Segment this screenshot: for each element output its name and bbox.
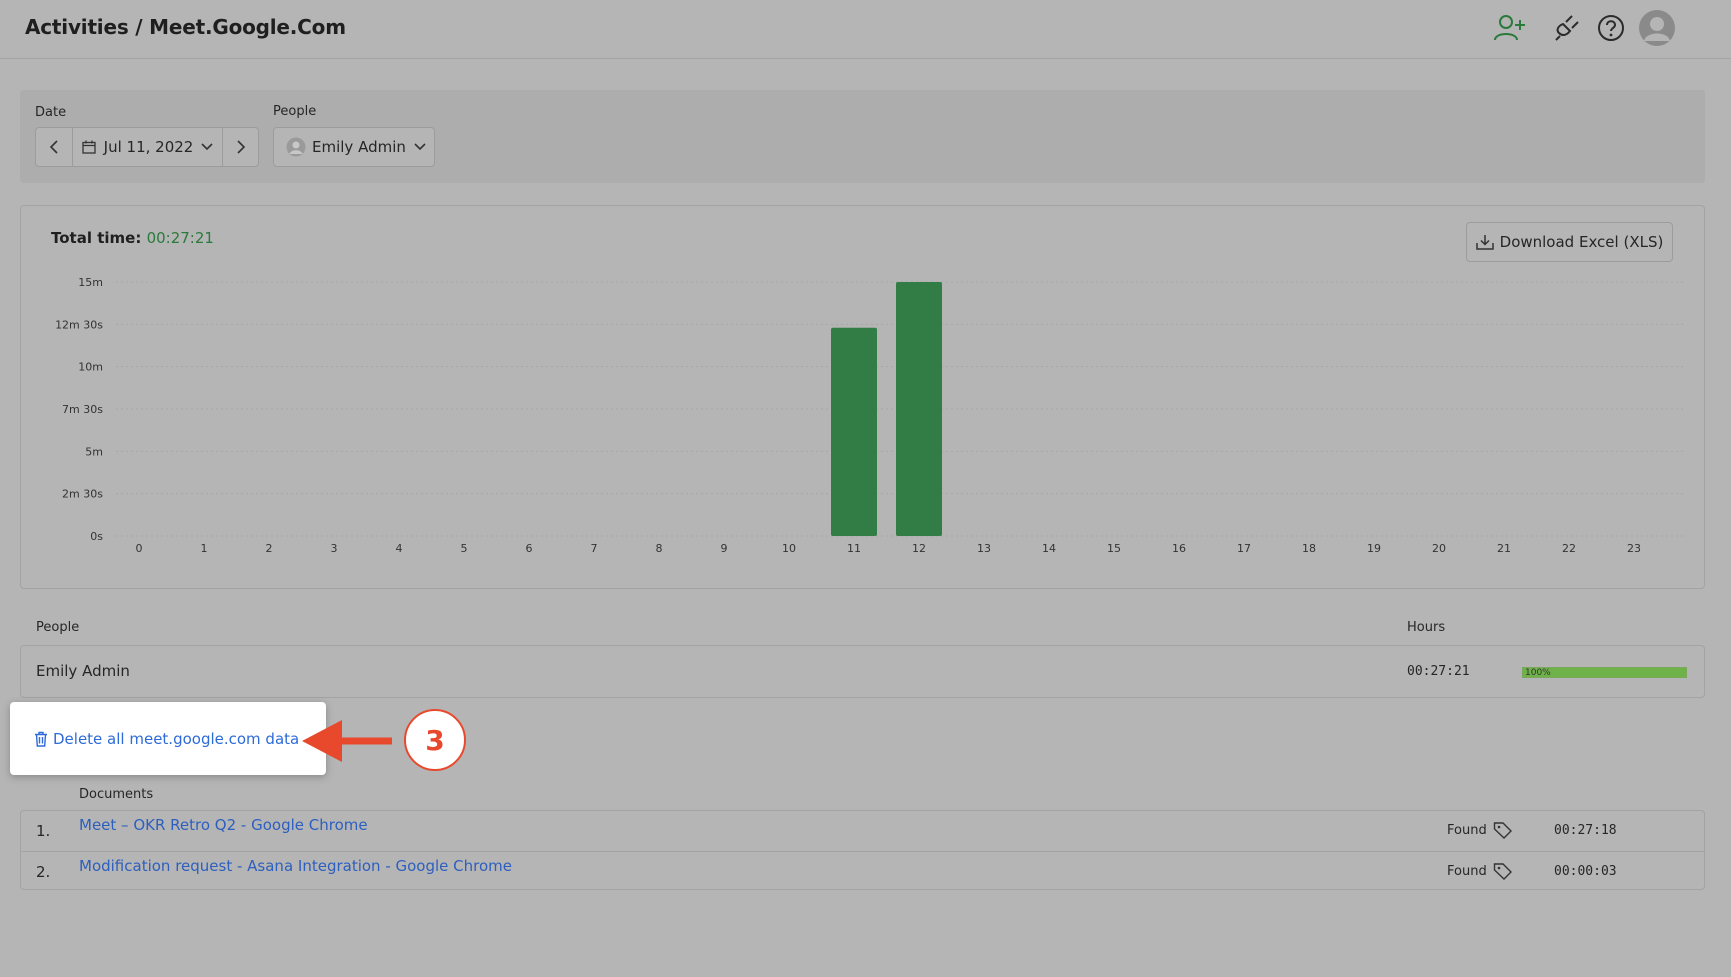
x-tick-label: 13 <box>977 542 991 555</box>
next-date-button[interactable] <box>223 128 258 166</box>
plug-icon[interactable] <box>1547 8 1587 48</box>
delete-popup: Delete all meet.google.com data <box>10 702 326 775</box>
doc-status: Found <box>1447 823 1487 838</box>
chevron-down-icon <box>414 143 426 151</box>
tag-icon[interactable] <box>1493 862 1513 880</box>
progress-label: 100% <box>1525 668 1551 678</box>
table-row: 1. Meet – OKR Retro Q2 - Google Chrome F… <box>21 811 1704 851</box>
callout-arrow-icon <box>302 720 392 762</box>
table-row[interactable]: Emily Admin 00:27:21 100% <box>20 645 1705 698</box>
y-tick-label: 7m 30s <box>62 403 103 416</box>
prev-date-button[interactable] <box>36 128 73 166</box>
chevron-down-icon <box>201 143 213 151</box>
filters-panel: Date People Jul 11, 2022 Emily Admin <box>20 90 1705 183</box>
hours-column-header: Hours <box>1407 620 1446 635</box>
x-tick-label: 4 <box>396 542 403 555</box>
y-tick-label: 5m <box>85 445 103 458</box>
y-tick-label: 15m <box>78 276 103 289</box>
x-tick-label: 15 <box>1107 542 1121 555</box>
y-tick-label: 10m <box>78 361 103 374</box>
documents-header: Documents <box>79 787 154 802</box>
x-tick-label: 19 <box>1367 542 1381 555</box>
doc-number: 1. <box>36 822 51 840</box>
user-avatar-icon <box>286 137 306 157</box>
x-tick-label: 1 <box>201 542 208 555</box>
doc-number: 2. <box>36 863 51 881</box>
date-select[interactable]: Jul 11, 2022 <box>73 128 223 166</box>
person-name: Emily Admin <box>36 662 130 680</box>
top-bar: Activities / Meet.Google.Com <box>0 0 1731 59</box>
hourly-bar-chart: 0s2m 30s5m7m 30s10m12m 30s15m0 1 2 3 4 5 6 7 8 9 1… <box>55 276 1686 555</box>
page-title: Activities / Meet.Google.Com <box>25 15 346 39</box>
x-tick-label: 23 <box>1627 542 1641 555</box>
add-user-icon[interactable] <box>1490 8 1530 48</box>
x-tick-label: 18 <box>1302 542 1316 555</box>
step-callout-badge: 3 <box>404 709 466 771</box>
x-tick-label: 2 <box>266 542 273 555</box>
calendar-icon <box>82 140 96 154</box>
y-tick-label: 0s <box>90 530 103 543</box>
table-row: 2. Modification request - Asana Integrat… <box>21 851 1704 891</box>
doc-status: Found <box>1447 864 1487 879</box>
x-tick-label: 6 <box>526 542 533 555</box>
bar <box>896 282 942 536</box>
y-tick-label: 12m 30s <box>55 318 103 331</box>
x-tick-label: 22 <box>1562 542 1576 555</box>
bar <box>831 327 877 536</box>
chart-card: Total time: 00:27:21 Download Excel (XLS… <box>20 205 1705 589</box>
x-tick-label: 16 <box>1172 542 1186 555</box>
avatar[interactable] <box>1637 8 1677 48</box>
tag-icon[interactable] <box>1493 821 1513 839</box>
date-picker: Jul 11, 2022 <box>35 127 259 167</box>
x-tick-label: 7 <box>591 542 598 555</box>
person-hours: 00:27:21 <box>1407 664 1470 679</box>
people-select[interactable]: Emily Admin <box>273 127 435 167</box>
x-tick-label: 14 <box>1042 542 1056 555</box>
date-value: Jul 11, 2022 <box>103 138 194 156</box>
chevron-right-icon <box>236 140 245 154</box>
y-tick-label: 2m 30s <box>62 488 103 501</box>
help-icon[interactable] <box>1591 8 1631 48</box>
delete-data-link[interactable]: Delete all meet.google.com data <box>53 730 299 748</box>
doc-time: 00:27:18 <box>1554 823 1617 838</box>
people-column-header: People <box>36 620 80 635</box>
x-tick-label: 10 <box>782 542 796 555</box>
usage-progress-bar: 100% <box>1522 667 1687 678</box>
people-value: Emily Admin <box>312 138 406 156</box>
date-label: Date <box>35 105 67 120</box>
doc-title-link[interactable]: Meet – OKR Retro Q2 - Google Chrome <box>79 816 368 834</box>
x-tick-label: 17 <box>1237 542 1251 555</box>
x-tick-label: 9 <box>721 542 728 555</box>
x-tick-label: 21 <box>1497 542 1511 555</box>
x-tick-label: 0 <box>136 542 143 555</box>
x-tick-label: 11 <box>847 542 861 555</box>
x-tick-label: 20 <box>1432 542 1446 555</box>
doc-title-link[interactable]: Modification request - Asana Integration… <box>79 857 512 875</box>
x-tick-label: 5 <box>461 542 468 555</box>
people-label: People <box>273 104 317 119</box>
doc-time: 00:00:03 <box>1554 864 1617 879</box>
x-tick-label: 12 <box>912 542 926 555</box>
documents-table: 1. Meet – OKR Retro Q2 - Google Chrome F… <box>20 810 1705 890</box>
chevron-left-icon <box>49 140 58 154</box>
x-tick-label: 8 <box>656 542 663 555</box>
x-tick-label: 3 <box>331 542 338 555</box>
trash-icon <box>35 731 47 747</box>
